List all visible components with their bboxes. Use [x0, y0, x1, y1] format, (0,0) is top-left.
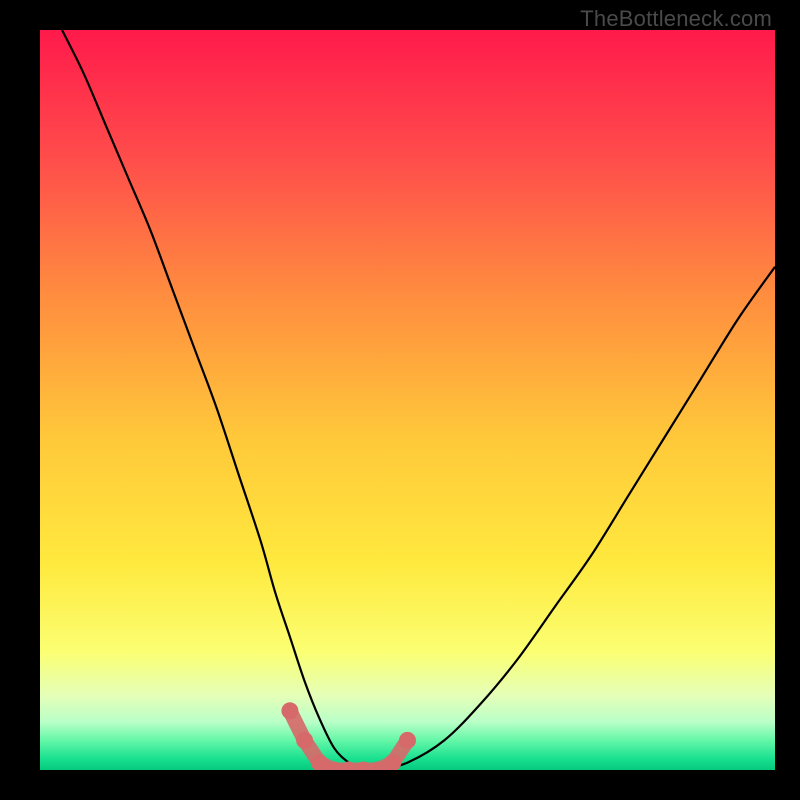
plot-area — [40, 30, 775, 770]
watermark-text: TheBottleneck.com — [580, 6, 772, 32]
chart-frame: TheBottleneck.com — [0, 0, 800, 800]
marker-dots — [281, 702, 416, 770]
bottleneck-curve — [62, 30, 775, 770]
curve-layer — [40, 30, 775, 770]
